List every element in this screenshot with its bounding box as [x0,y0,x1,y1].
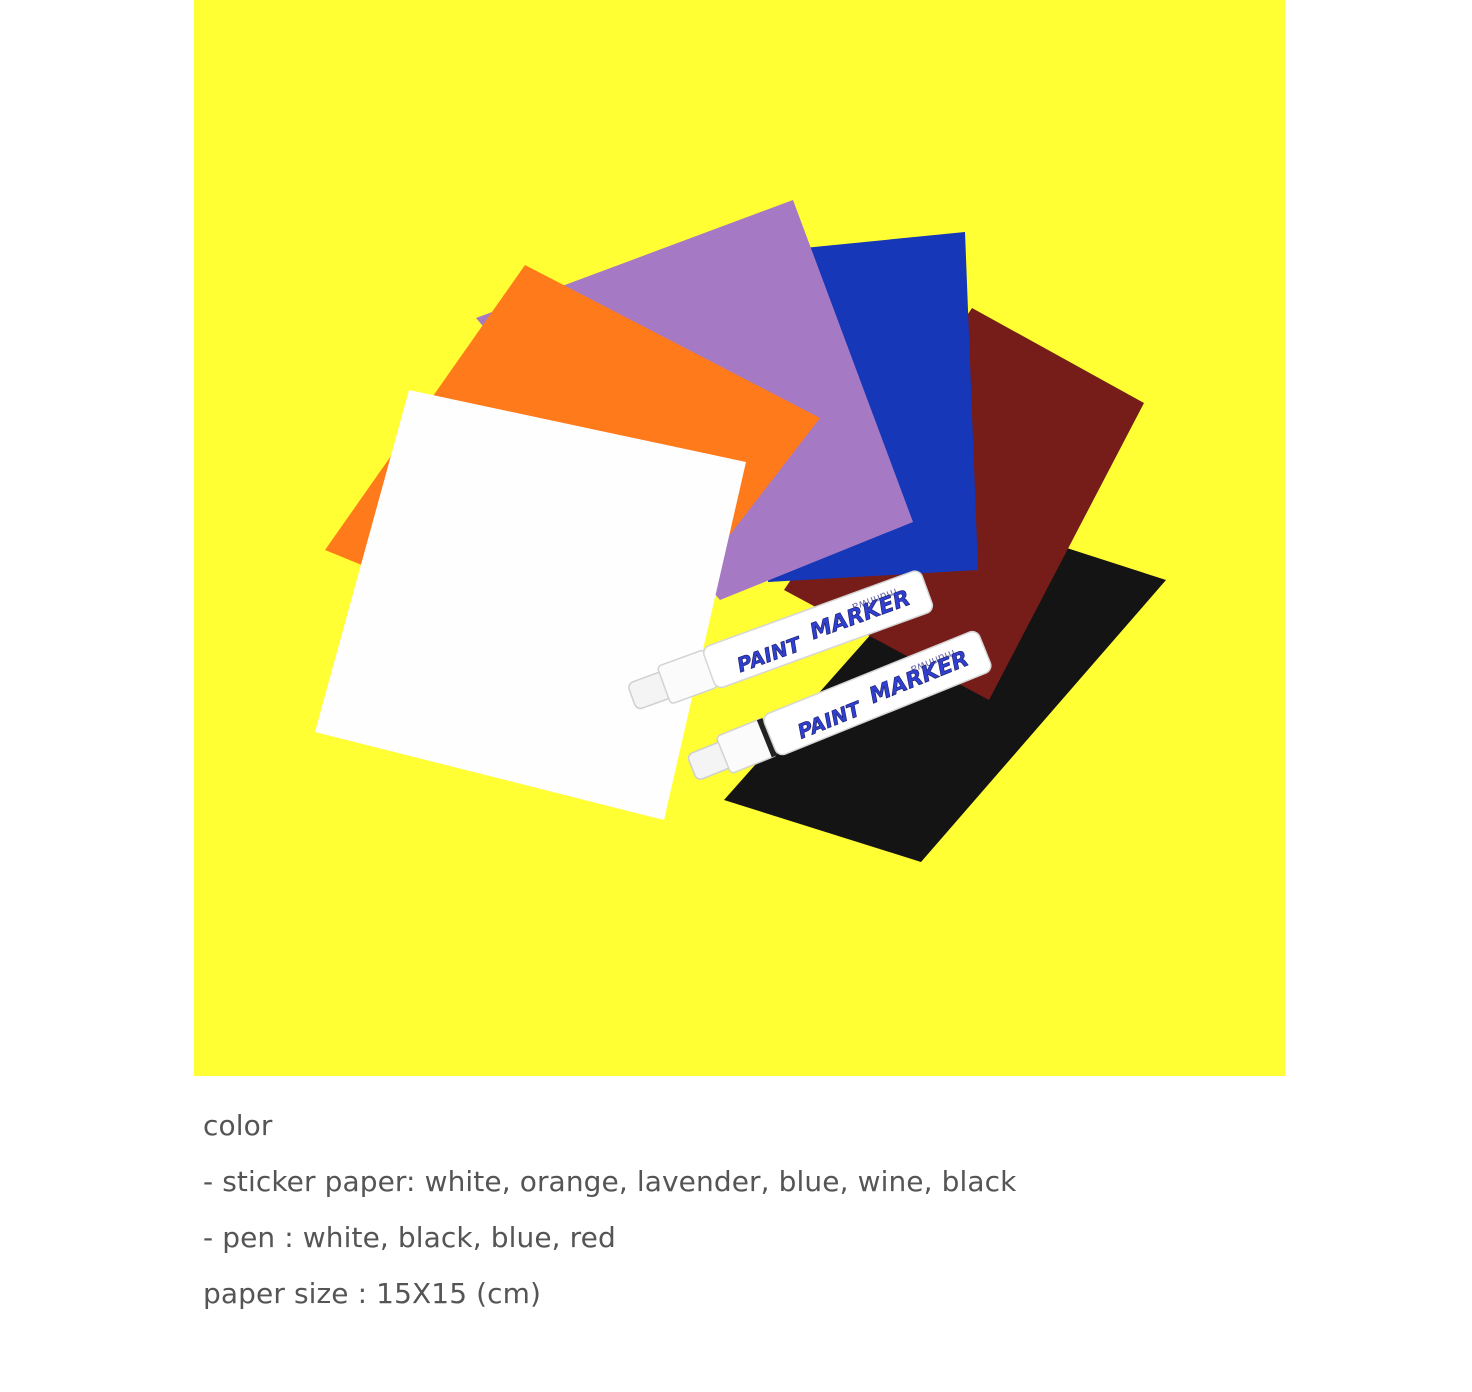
sticker-paper-colors: - sticker paper: white, orange, lavender… [203,1165,1017,1198]
product-photo: munhwa PAINT MARKER munhwa PAINT MARKER [194,0,1285,1076]
color-heading: color [203,1109,273,1142]
paper-size: paper size : 15X15 (cm) [203,1277,542,1310]
product-description: color - sticker paper: white, orange, la… [203,1098,1283,1322]
pen-colors: - pen : white, black, blue, red [203,1221,616,1254]
product-photo-svg: munhwa PAINT MARKER munhwa PAINT MARKER [194,0,1285,1076]
